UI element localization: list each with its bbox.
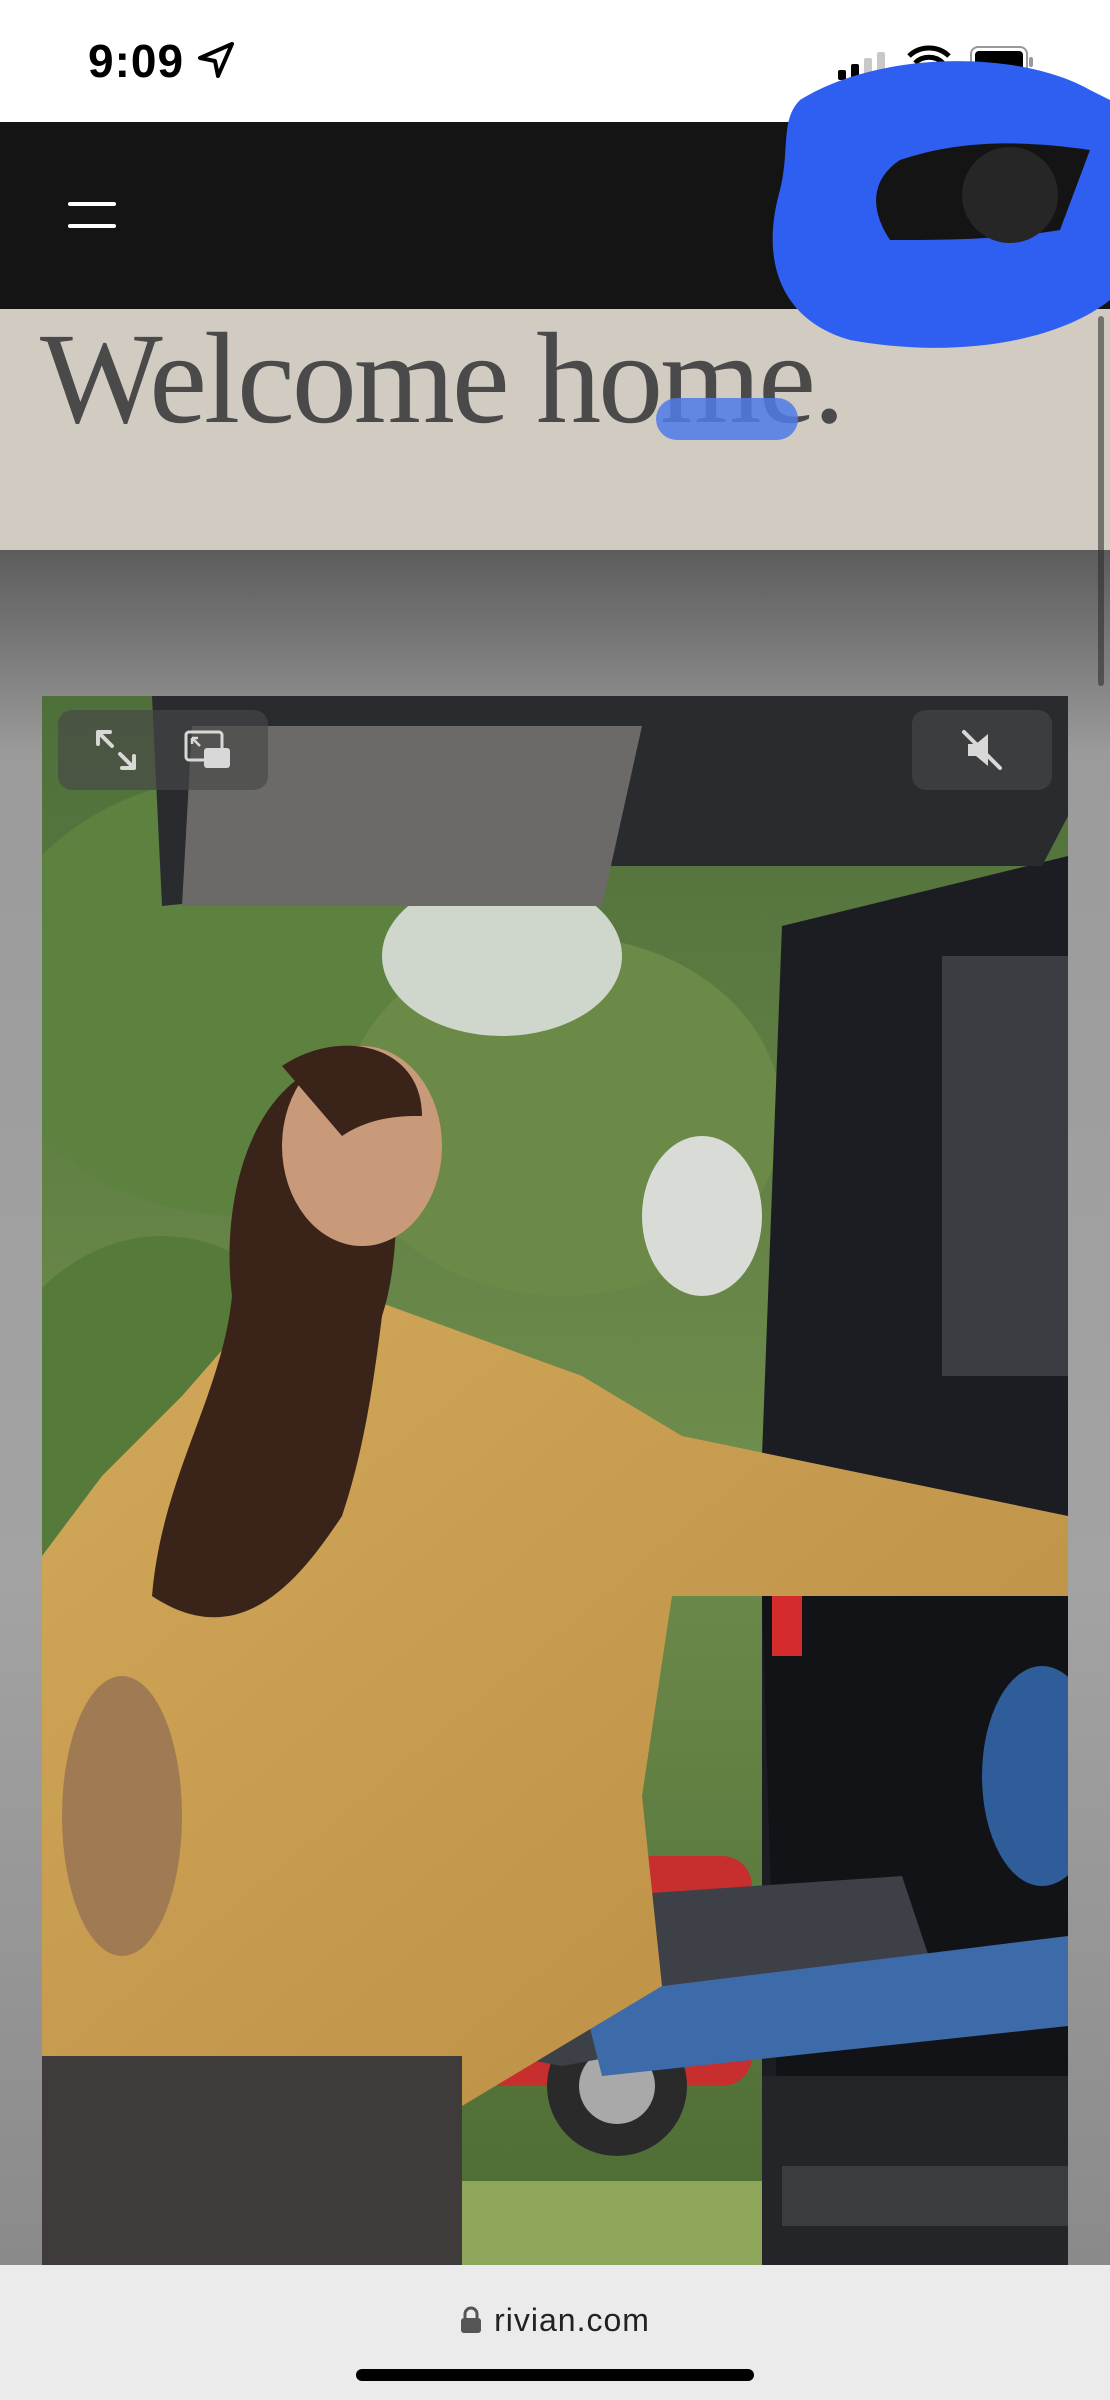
video-controls-group [58, 710, 268, 790]
browser-url-bar: rivian.com [0, 2265, 1110, 2400]
picture-in-picture-icon[interactable] [182, 724, 234, 776]
status-time: 9:09 [88, 35, 185, 87]
mute-button[interactable] [912, 710, 1052, 790]
fullscreen-icon[interactable] [90, 724, 142, 776]
video-player[interactable] [42, 696, 1068, 2266]
video-frame-image [42, 696, 1068, 2266]
url-text: rivian.com [494, 2301, 650, 2338]
redaction-scribble [772, 61, 1110, 348]
address-field[interactable]: rivian.com [0, 2295, 1110, 2345]
location-arrow-icon [198, 42, 234, 78]
home-indicator[interactable] [356, 2369, 754, 2381]
hamburger-menu-icon[interactable] [60, 182, 126, 246]
lock-icon [461, 2306, 482, 2333]
mute-icon [962, 730, 1002, 770]
